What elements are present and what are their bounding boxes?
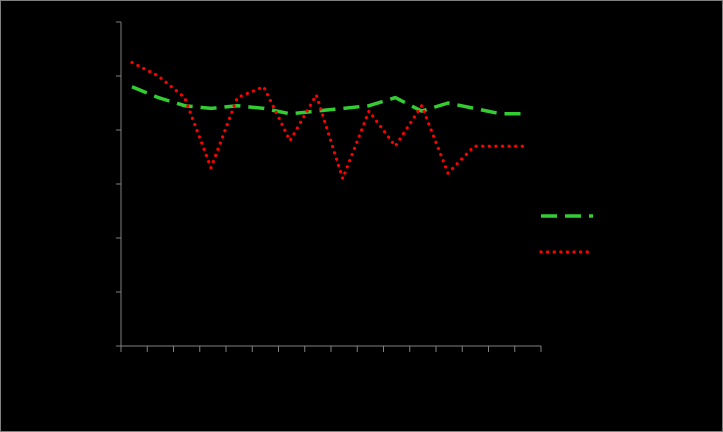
series-layer (130, 60, 529, 181)
chart-axes (116, 21, 542, 352)
series-2-line (130, 60, 529, 181)
series-1-line (131, 85, 527, 116)
line-chart (116, 21, 595, 352)
legend (539, 214, 595, 254)
